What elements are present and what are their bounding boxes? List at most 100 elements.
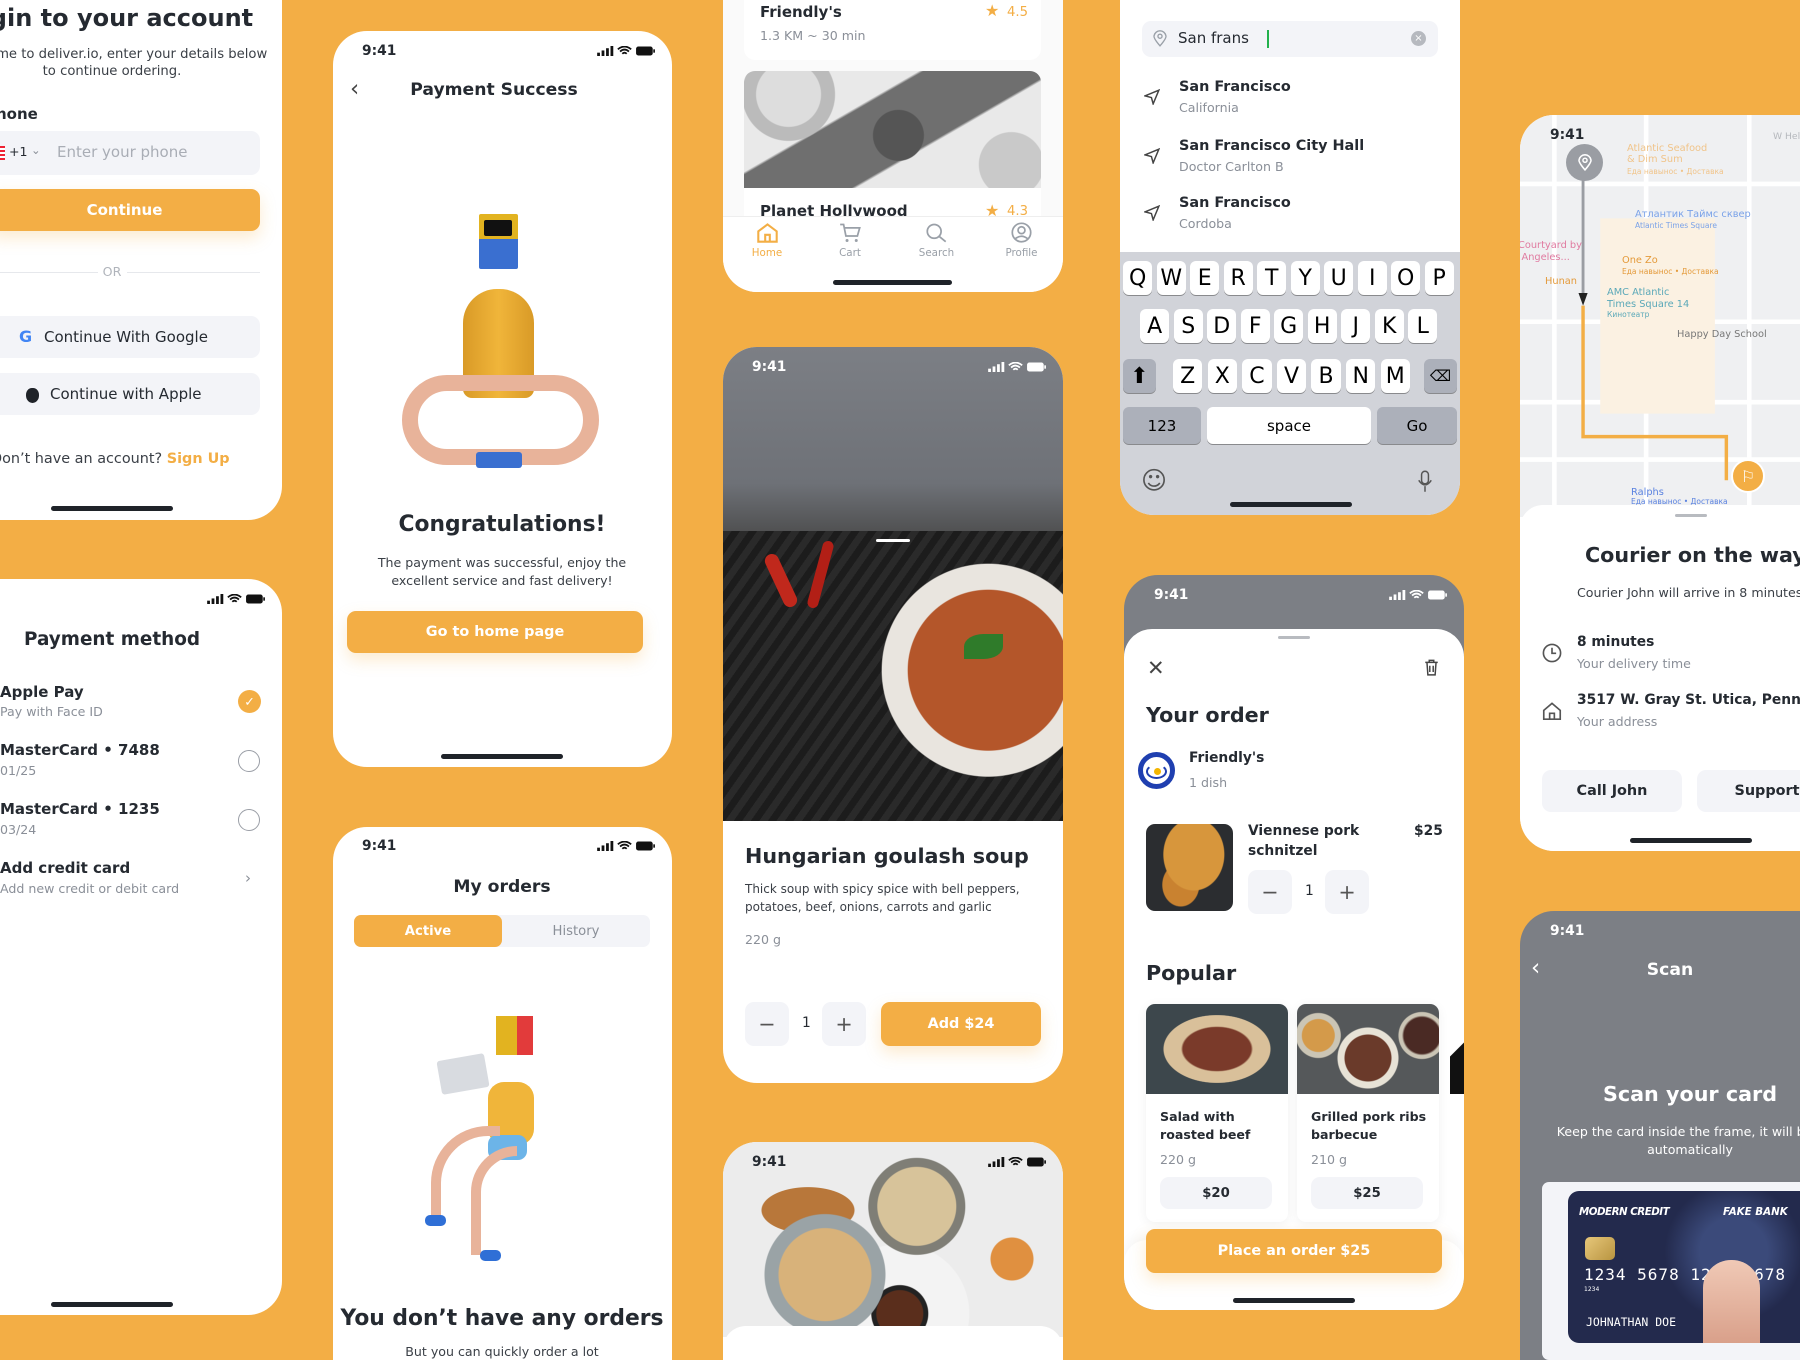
- continue-button[interactable]: Continue: [0, 189, 260, 231]
- popular-item-partial[interactable]: [1450, 1004, 1464, 1094]
- battery-icon: [636, 841, 655, 851]
- key-v[interactable]: V: [1276, 359, 1307, 393]
- key-j[interactable]: J: [1341, 309, 1371, 343]
- key-c[interactable]: C: [1242, 359, 1272, 393]
- key-g[interactable]: G: [1274, 309, 1304, 343]
- country-code[interactable]: +1: [9, 145, 28, 159]
- microphone-icon[interactable]: [1417, 470, 1433, 493]
- tab-history[interactable]: History: [502, 915, 650, 947]
- go-key[interactable]: Go: [1377, 407, 1457, 444]
- increase-quantity-button[interactable]: +: [1325, 870, 1369, 914]
- scan-instructions-2: automatically: [1647, 1142, 1733, 1157]
- back-chevron-icon[interactable]: ‹: [350, 78, 359, 101]
- apple-button[interactable]: Continue with Apple: [0, 373, 260, 415]
- dish-weight: 220 g: [745, 932, 782, 947]
- key-e[interactable]: E: [1190, 261, 1220, 295]
- popular-item-price-button[interactable]: $20: [1160, 1177, 1272, 1209]
- key-i[interactable]: I: [1357, 261, 1387, 295]
- tab-cart[interactable]: Cart: [827, 222, 873, 261]
- key-o[interactable]: O: [1391, 261, 1421, 295]
- quantity-value: 1: [1305, 883, 1314, 899]
- key-x[interactable]: X: [1207, 359, 1237, 393]
- go-home-button[interactable]: Go to home page: [347, 611, 643, 653]
- key-m[interactable]: M: [1380, 359, 1410, 393]
- result-title: San Francisco: [1179, 195, 1291, 211]
- chevron-right-icon[interactable]: ›: [245, 871, 251, 886]
- search-result[interactable]: San Francisco City Hall Doctor Carlton B: [1120, 132, 1460, 185]
- result-sub: Doctor Carlton B: [1179, 159, 1284, 174]
- popular-item[interactable]: Grilled pork ribs barbecue 210 g $25: [1297, 1004, 1439, 1222]
- key-s[interactable]: S: [1173, 309, 1203, 343]
- key-d[interactable]: D: [1207, 309, 1237, 343]
- key-q[interactable]: Q: [1123, 261, 1153, 295]
- radio-button[interactable]: [238, 750, 260, 772]
- search-result[interactable]: San Francisco Cordoba: [1120, 189, 1460, 242]
- decrease-quantity-button[interactable]: −: [745, 1002, 789, 1046]
- key-b[interactable]: B: [1311, 359, 1341, 393]
- backspace-key[interactable]: ⌫: [1424, 359, 1457, 393]
- tab-home[interactable]: Home: [744, 222, 790, 261]
- radio-button[interactable]: [238, 809, 260, 831]
- tab-active[interactable]: Active: [354, 915, 502, 947]
- key-y[interactable]: Y: [1290, 261, 1320, 295]
- key-h[interactable]: H: [1307, 309, 1337, 343]
- divider-right: [127, 272, 260, 273]
- close-icon[interactable]: ✕: [1147, 658, 1165, 679]
- google-button[interactable]: G Continue With Google: [0, 316, 260, 358]
- map-label: & Dim Sum: [1627, 154, 1683, 165]
- search-result[interactable]: San Francisco California: [1120, 73, 1460, 126]
- selected-check-icon[interactable]: ✓: [238, 690, 261, 713]
- decrease-quantity-button[interactable]: −: [1248, 870, 1292, 914]
- place-order-button[interactable]: Place an order $25: [1146, 1229, 1442, 1273]
- trash-icon[interactable]: [1424, 659, 1439, 676]
- wifi-icon: [1409, 590, 1424, 599]
- support-button[interactable]: Support: [1697, 770, 1800, 812]
- back-chevron-icon[interactable]: ‹: [1531, 957, 1540, 980]
- tab-search[interactable]: Search: [911, 222, 962, 261]
- dish-description-2: potatoes, beef, onions, carrots and garl…: [745, 900, 992, 914]
- key-n[interactable]: N: [1346, 359, 1376, 393]
- credit-card-image: MODERN CREDIT FAKE BANK 1234 5678 1234 5…: [1568, 1191, 1800, 1343]
- map-view[interactable]: ⚐ W Hellman Atlantic Seafood & Dim Sum Е…: [1520, 115, 1800, 517]
- sign-up-link[interactable]: Sign Up: [167, 451, 230, 467]
- call-courier-button[interactable]: Call John: [1542, 770, 1682, 812]
- wifi-icon: [1008, 362, 1023, 371]
- popular-item[interactable]: Salad with roasted beef 220 g $20: [1146, 1004, 1288, 1222]
- key-l[interactable]: L: [1408, 309, 1438, 343]
- popular-item-weight: 210 g: [1311, 1152, 1348, 1167]
- key-w[interactable]: W: [1156, 261, 1186, 295]
- payment-method-screen: Payment method Apple Pay Pay with Face I…: [0, 579, 282, 1315]
- key-t[interactable]: T: [1257, 261, 1287, 295]
- phone-placeholder[interactable]: Enter your phone: [57, 145, 187, 160]
- key-z[interactable]: Z: [1173, 359, 1203, 393]
- search-input-value[interactable]: San frans: [1178, 31, 1249, 46]
- emoji-icon[interactable]: ☺: [1141, 468, 1167, 493]
- space-key[interactable]: space: [1207, 407, 1371, 444]
- signal-icon: [988, 1157, 1005, 1167]
- order-item-name-2: schnitzel: [1248, 843, 1318, 859]
- key-p[interactable]: P: [1424, 261, 1454, 295]
- chevron-down-icon[interactable]: ⌄: [31, 144, 41, 157]
- sheet-handle: [1675, 514, 1707, 517]
- phone-input[interactable]: +1 ⌄ Enter your phone: [0, 131, 260, 175]
- clear-icon[interactable]: ×: [1411, 31, 1426, 46]
- key-r[interactable]: R: [1223, 261, 1253, 295]
- breakfast-photo: [723, 1142, 1063, 1337]
- key-a[interactable]: A: [1140, 309, 1170, 343]
- numbers-key[interactable]: 123: [1123, 407, 1201, 444]
- key-u[interactable]: U: [1324, 261, 1354, 295]
- shift-key[interactable]: ⬆: [1123, 359, 1156, 393]
- running-character-illustration: [425, 1011, 563, 1275]
- option-sub: 03/24: [0, 822, 37, 837]
- tab-profile[interactable]: Profile: [996, 222, 1047, 261]
- search-field[interactable]: San frans ×: [1142, 21, 1438, 57]
- restaurant-card[interactable]: Friendly's ★ 4.5 1.3 KM ~ 30 min: [744, 0, 1041, 60]
- status-time: 9:41: [1550, 923, 1585, 939]
- add-card-title[interactable]: Add credit card: [0, 861, 130, 876]
- add-to-cart-button[interactable]: Add $24: [881, 1002, 1041, 1046]
- popular-item-price-button[interactable]: $25: [1311, 1177, 1423, 1209]
- key-k[interactable]: K: [1374, 309, 1404, 343]
- increase-quantity-button[interactable]: +: [822, 1002, 866, 1046]
- thumb: [1703, 1260, 1760, 1343]
- key-f[interactable]: F: [1240, 309, 1270, 343]
